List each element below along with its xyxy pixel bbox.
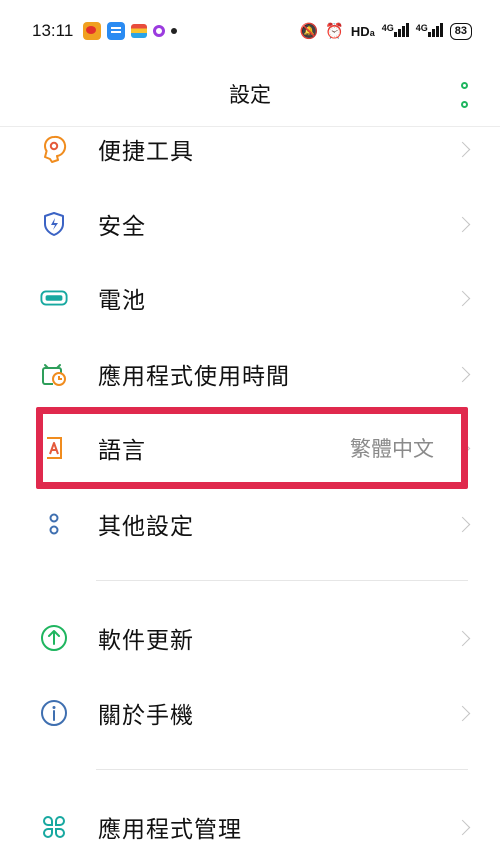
shield-bolt-icon — [40, 210, 68, 238]
settings-item-app-management[interactable]: 應用程式管理 — [0, 791, 500, 863]
chevron-right-icon — [454, 819, 471, 835]
settings-item-label: 關於手機 — [98, 703, 194, 729]
wallet-icon — [131, 24, 148, 38]
chevron-right-icon — [454, 516, 471, 532]
chevron-right-icon — [454, 141, 471, 157]
page-title: 設定 — [229, 83, 271, 107]
settings-item-label: 便捷工具 — [98, 139, 194, 165]
settings-item-label: 軟件更新 — [98, 628, 194, 654]
settings-item-other-settings[interactable]: 其他設定 — [0, 488, 500, 560]
settings-item-label: 其他設定 — [98, 514, 194, 540]
section-divider — [96, 580, 468, 581]
battery-icon — [40, 284, 68, 312]
battery-indicator: 83 — [449, 22, 472, 40]
hd-indicator: HDa — [350, 23, 375, 39]
silent-bell-icon: 🔕 — [299, 23, 319, 40]
alipay-icon — [107, 22, 126, 40]
app-grid-icon — [40, 813, 68, 841]
hand-pointer-icon — [40, 135, 68, 163]
notification-icons — [83, 22, 178, 40]
more-notifications-dot-icon — [171, 28, 178, 34]
chevron-right-icon — [454, 366, 471, 382]
more-options-icon[interactable] — [458, 82, 470, 108]
chevron-right-icon — [454, 705, 471, 721]
settings-item-label: 電池 — [98, 288, 146, 314]
settings-item-label: 應用程式管理 — [98, 817, 242, 843]
signal-2-icon: 4G — [416, 22, 443, 40]
signal-1-icon: 4G — [382, 22, 409, 40]
app-notification-icon — [153, 25, 166, 37]
language-icon — [40, 434, 68, 462]
status-indicators: 🔕 ⏰ HDa 4G 4G 83 — [300, 22, 472, 40]
app-usage-clock-icon — [40, 360, 68, 388]
info-icon — [40, 699, 68, 727]
weibo-icon — [83, 22, 102, 40]
settings-item-label: 安全 — [98, 214, 146, 240]
settings-item-app-usage-time[interactable]: 應用程式使用時間 — [0, 338, 500, 410]
settings-item-label: 語言 — [98, 438, 146, 464]
chevron-right-icon — [454, 216, 471, 232]
status-time: 13:11 — [32, 21, 74, 40]
current-language-value: 繁體中文 — [350, 437, 434, 461]
settings-item-language[interactable]: 語言 繁體中文 — [0, 412, 500, 484]
settings-item-label: 應用程式使用時間 — [98, 364, 290, 390]
update-arrow-icon — [40, 624, 68, 652]
chevron-right-icon — [454, 290, 471, 306]
settings-item-security[interactable]: 安全 — [0, 188, 500, 260]
status-bar: 13:11 🔕 ⏰ HDa 4G 4G 83 — [0, 0, 500, 62]
chevron-right-icon — [454, 440, 471, 456]
alarm-clock-icon: ⏰ — [325, 23, 344, 40]
settings-item-convenience-tools[interactable]: 便捷工具 — [0, 113, 500, 185]
more-settings-icon — [40, 510, 68, 538]
settings-item-software-update[interactable]: 軟件更新 — [0, 602, 500, 674]
section-divider — [96, 769, 468, 770]
settings-item-about-phone[interactable]: 關於手機 — [0, 677, 500, 749]
settings-item-battery[interactable]: 電池 — [0, 262, 500, 334]
chevron-right-icon — [454, 630, 471, 646]
